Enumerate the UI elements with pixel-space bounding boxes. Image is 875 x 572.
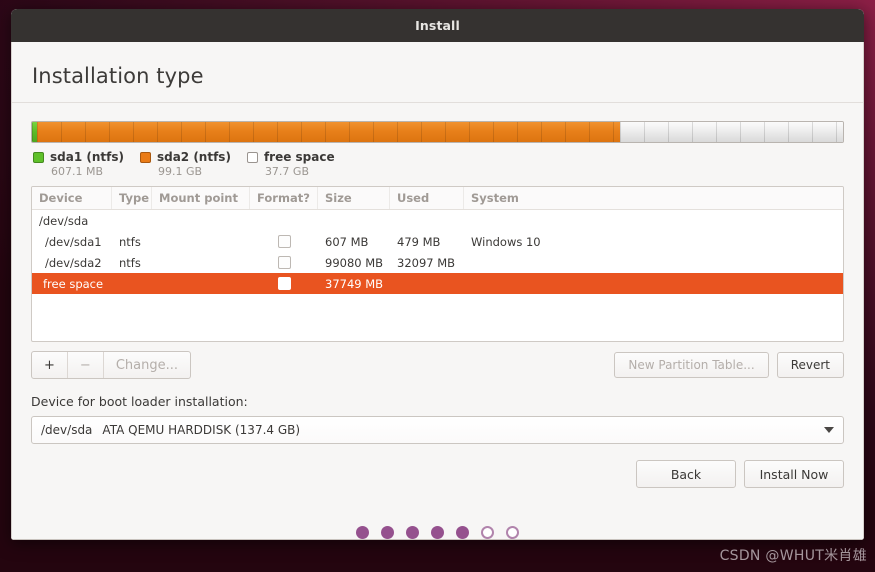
chevron-down-icon[interactable] [824, 427, 834, 433]
white-swatch-icon [246, 151, 258, 163]
partition-table[interactable]: Device Type Mount point Format? Size Use… [31, 186, 844, 342]
legend-item-sda1: sda1 (ntfs) 607.1 MB [33, 150, 124, 178]
legend-item-sda2: sda2 (ntfs) 99.1 GB [139, 150, 231, 178]
header-divider [12, 102, 863, 103]
progress-dot [381, 526, 394, 539]
table-row[interactable]: /dev/sda1 ntfs 607 MB 479 MB Windows 10 [32, 231, 843, 252]
legend-label-sda2: sda2 (ntfs) [156, 150, 231, 164]
back-button[interactable]: Back [636, 460, 736, 488]
content-area: sda1 (ntfs) 607.1 MB sda2 (ntfs) 99.1 GB [12, 121, 863, 539]
cell-device: free space [43, 276, 104, 291]
cell-used: 32097 MB [397, 255, 456, 270]
column-header-mount-point[interactable]: Mount point [152, 187, 250, 209]
cell-type: ntfs [119, 255, 141, 270]
navigation-buttons: Back Install Now [31, 460, 844, 488]
cell-size: 37749 MB [325, 276, 384, 291]
progress-dot [406, 526, 419, 539]
column-header-device[interactable]: Device [32, 187, 112, 209]
bootloader-label: Device for boot loader installation: [31, 394, 248, 409]
window-body: Installation type sda1 (ntfs) 607.1 MB s… [11, 42, 864, 540]
column-header-size[interactable]: Size [318, 187, 390, 209]
remove-partition-button[interactable]: − [68, 352, 104, 378]
window-title: Install [415, 18, 460, 33]
bootloader-device-select[interactable]: /dev/sda ATA QEMU HARDDISK (137.4 GB) [31, 416, 844, 444]
partition-edit-button-group: + − Change... [31, 351, 191, 379]
page-header: Installation type [12, 42, 863, 102]
cell-size: 99080 MB [325, 255, 384, 270]
progress-dot [481, 526, 494, 539]
bootloader-device-description: ATA QEMU HARDDISK (137.4 GB) [102, 423, 301, 437]
progress-dots [31, 526, 844, 539]
column-header-system[interactable]: System [464, 187, 843, 209]
desktop-background: Install Installation type sda1 (ntfs) 60… [0, 0, 875, 572]
install-window: Install Installation type sda1 (ntfs) 60… [11, 9, 864, 540]
cell-device: /dev/sda [39, 213, 89, 228]
table-row[interactable]: /dev/sda [32, 210, 843, 231]
cell-format[interactable] [250, 256, 318, 269]
watermark: CSDN @WHUT米肖雄 [719, 548, 867, 564]
legend-size-free-space: 37.7 GB [264, 165, 309, 178]
progress-dot [456, 526, 469, 539]
format-checkbox[interactable] [277, 235, 291, 248]
cell-system: Windows 10 [471, 234, 541, 249]
cell-device: /dev/sda2 [45, 255, 102, 270]
progress-dot [506, 526, 519, 539]
install-now-button[interactable]: Install Now [744, 460, 844, 488]
bootloader-device-path: /dev/sda [41, 423, 93, 437]
cell-format[interactable] [250, 277, 318, 290]
partition-segment-sda2[interactable] [36, 122, 621, 142]
cell-used: 479 MB [397, 234, 441, 249]
partition-segment-free-space[interactable] [619, 122, 843, 142]
legend-item-free-space: free space 37.7 GB [246, 150, 335, 178]
column-header-used[interactable]: Used [390, 187, 464, 209]
partition-action-row: + − Change... New Partition Table... Rev… [31, 351, 844, 379]
window-titlebar: Install [11, 9, 864, 42]
table-row[interactable]: /dev/sda2 ntfs 99080 MB 32097 MB [32, 252, 843, 273]
change-partition-button[interactable]: Change... [104, 352, 190, 378]
progress-dot [431, 526, 444, 539]
cell-format[interactable] [250, 235, 318, 248]
legend-label-free-space: free space [263, 150, 335, 164]
new-partition-table-button[interactable]: New Partition Table... [614, 352, 769, 378]
legend-size-sda2: 99.1 GB [157, 165, 203, 178]
revert-button[interactable]: Revert [776, 352, 844, 378]
page-title: Installation type [32, 64, 204, 88]
table-row-selected[interactable]: free space 37749 MB [32, 273, 843, 294]
partition-legend: sda1 (ntfs) 607.1 MB sda2 (ntfs) 99.1 GB [31, 150, 844, 178]
cell-device: /dev/sda1 [45, 234, 102, 249]
column-header-format[interactable]: Format? [250, 187, 318, 209]
format-checkbox[interactable] [277, 256, 291, 269]
column-header-type[interactable]: Type [112, 187, 152, 209]
legend-size-sda1: 607.1 MB [51, 165, 104, 178]
cell-size: 607 MB [325, 234, 369, 249]
progress-dot [356, 526, 369, 539]
orange-swatch-icon [139, 151, 151, 163]
green-swatch-icon [33, 151, 44, 163]
legend-label-sda1: sda1 (ntfs) [50, 150, 124, 164]
cell-type: ntfs [119, 234, 141, 249]
table-right-actions: New Partition Table... Revert [606, 352, 844, 378]
partition-usage-bar [31, 121, 844, 143]
add-partition-button[interactable]: + [32, 352, 68, 378]
table-header-row: Device Type Mount point Format? Size Use… [32, 187, 843, 210]
format-checkbox[interactable] [277, 277, 291, 290]
